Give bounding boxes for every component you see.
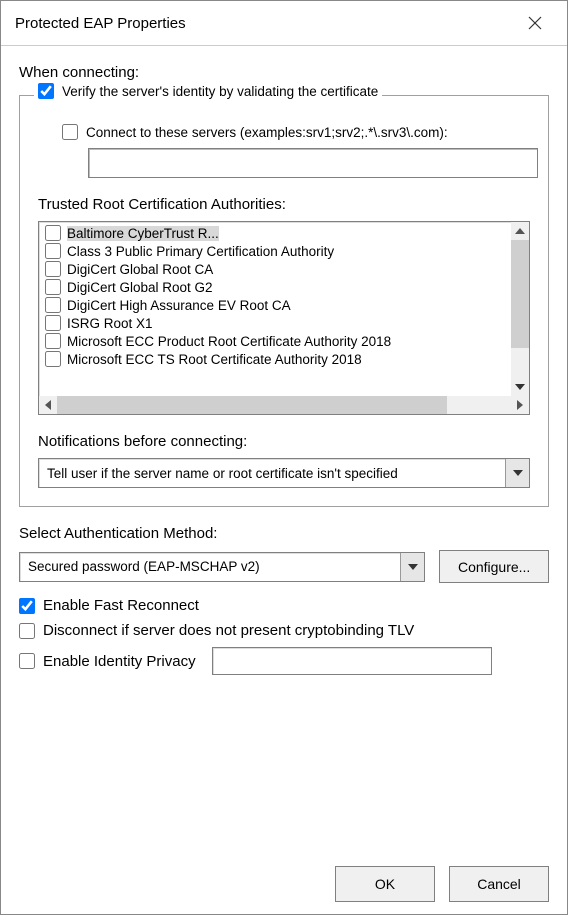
vertical-scrollbar-thumb[interactable]	[511, 240, 529, 348]
notifications-dropdown[interactable]: Tell user if the server name or root cer…	[38, 458, 530, 488]
horizontal-scrollbar[interactable]	[39, 396, 529, 414]
vertical-scrollbar[interactable]	[511, 222, 529, 396]
enable-identity-privacy-checkbox[interactable]	[19, 653, 35, 669]
dialog-window: Protected EAP Properties When connecting…	[0, 0, 568, 915]
auth-method-heading: Select Authentication Method:	[19, 525, 549, 542]
cancel-button-label: Cancel	[477, 876, 521, 892]
chevron-down-icon	[408, 564, 418, 570]
chevron-left-icon	[45, 400, 51, 410]
chevron-right-icon	[517, 400, 523, 410]
connect-servers-row: Connect to these servers (examples:srv1;…	[38, 124, 530, 140]
trusted-root-item-label: Microsoft ECC TS Root Certificate Author…	[67, 352, 362, 367]
dialog-body: When connecting: Verify the server's ide…	[1, 46, 567, 914]
disconnect-cryptobinding-checkbox[interactable]	[19, 623, 35, 639]
auth-row: Secured password (EAP-MSCHAP v2) Configu…	[19, 550, 549, 583]
trusted-root-heading: Trusted Root Certification Authorities:	[38, 196, 530, 213]
identity-privacy-input[interactable]	[212, 647, 492, 675]
trusted-root-item-label: DigiCert Global Root CA	[67, 262, 213, 277]
trusted-root-item-checkbox[interactable]	[45, 297, 61, 313]
auth-method-dropdown[interactable]: Secured password (EAP-MSCHAP v2)	[19, 552, 425, 582]
trusted-root-item-checkbox[interactable]	[45, 279, 61, 295]
trusted-root-item[interactable]: DigiCert Global Root CA	[39, 260, 529, 278]
scroll-right-button[interactable]	[511, 396, 529, 414]
titlebar: Protected EAP Properties	[1, 1, 567, 46]
connect-servers-label: Connect to these servers (examples:srv1;…	[86, 125, 448, 140]
connect-servers-input[interactable]	[88, 148, 538, 178]
when-connecting-heading: When connecting:	[19, 64, 549, 81]
horizontal-scrollbar-thumb[interactable]	[57, 396, 447, 414]
verify-server-identity-label: Verify the server's identity by validati…	[62, 84, 378, 99]
enable-fast-reconnect-label: Enable Fast Reconnect	[43, 597, 199, 614]
trusted-root-item-checkbox[interactable]	[45, 333, 61, 349]
connect-servers-checkbox[interactable]	[62, 124, 78, 140]
window-title: Protected EAP Properties	[15, 15, 186, 32]
verify-server-identity-checkbox[interactable]	[38, 83, 54, 99]
trusted-root-list-inner: Baltimore CyberTrust R... Class 3 Public …	[39, 222, 529, 414]
chevron-up-icon	[515, 228, 525, 234]
chevron-down-icon	[515, 384, 525, 390]
trusted-root-item[interactable]: DigiCert High Assurance EV Root CA	[39, 296, 529, 314]
verify-legend: Verify the server's identity by validati…	[34, 83, 382, 99]
scroll-left-button[interactable]	[39, 396, 57, 414]
trusted-root-item-checkbox[interactable]	[45, 315, 61, 331]
horizontal-scrollbar-track	[57, 396, 511, 414]
disconnect-cryptobinding-label: Disconnect if server does not present cr…	[43, 622, 414, 639]
trusted-root-listbox[interactable]: Baltimore CyberTrust R... Class 3 Public …	[38, 221, 530, 415]
trusted-root-item[interactable]: Microsoft ECC TS Root Certificate Author…	[39, 350, 529, 368]
enable-identity-privacy-label: Enable Identity Privacy	[43, 653, 196, 670]
chevron-down-icon	[513, 470, 523, 476]
fast-reconnect-row: Enable Fast Reconnect	[19, 597, 549, 614]
trusted-root-item-label: Microsoft ECC Product Root Certificate A…	[67, 334, 391, 349]
trusted-root-item-checkbox[interactable]	[45, 225, 61, 241]
close-icon	[528, 16, 542, 30]
configure-button[interactable]: Configure...	[439, 550, 549, 583]
trusted-root-item-label: ISRG Root X1	[67, 316, 153, 331]
cryptobinding-row: Disconnect if server does not present cr…	[19, 622, 549, 639]
scroll-up-button[interactable]	[511, 222, 529, 240]
cancel-button[interactable]: Cancel	[449, 866, 549, 902]
notifications-dropdown-button[interactable]	[505, 459, 529, 487]
configure-button-label: Configure...	[458, 559, 530, 575]
ok-button[interactable]: OK	[335, 866, 435, 902]
scroll-down-button[interactable]	[511, 378, 529, 396]
enable-fast-reconnect-checkbox[interactable]	[19, 598, 35, 614]
trusted-root-item-checkbox[interactable]	[45, 243, 61, 259]
auth-method-dropdown-text: Secured password (EAP-MSCHAP v2)	[20, 553, 400, 581]
trusted-root-item-label: DigiCert High Assurance EV Root CA	[67, 298, 291, 313]
auth-method-dropdown-button[interactable]	[400, 553, 424, 581]
close-button[interactable]	[515, 9, 555, 37]
trusted-root-item-label: Baltimore CyberTrust R...	[67, 226, 219, 241]
ok-button-label: OK	[375, 876, 395, 892]
identity-privacy-row: Enable Identity Privacy	[19, 647, 549, 675]
trusted-root-item[interactable]: Class 3 Public Primary Certification Aut…	[39, 242, 529, 260]
notifications-dropdown-text: Tell user if the server name or root cer…	[39, 459, 505, 487]
trusted-root-item[interactable]: ISRG Root X1	[39, 314, 529, 332]
trusted-root-item[interactable]: Microsoft ECC Product Root Certificate A…	[39, 332, 529, 350]
trusted-root-item-label: Class 3 Public Primary Certification Aut…	[67, 244, 334, 259]
dialog-footer: OK Cancel	[19, 842, 549, 902]
trusted-root-item[interactable]: DigiCert Global Root G2	[39, 278, 529, 296]
verify-group: Verify the server's identity by validati…	[19, 95, 549, 507]
trusted-root-item-label: DigiCert Global Root G2	[67, 280, 213, 295]
trusted-root-item[interactable]: Baltimore CyberTrust R...	[39, 224, 529, 242]
trusted-root-item-checkbox[interactable]	[45, 351, 61, 367]
trusted-root-item-checkbox[interactable]	[45, 261, 61, 277]
notifications-heading: Notifications before connecting:	[38, 433, 530, 450]
